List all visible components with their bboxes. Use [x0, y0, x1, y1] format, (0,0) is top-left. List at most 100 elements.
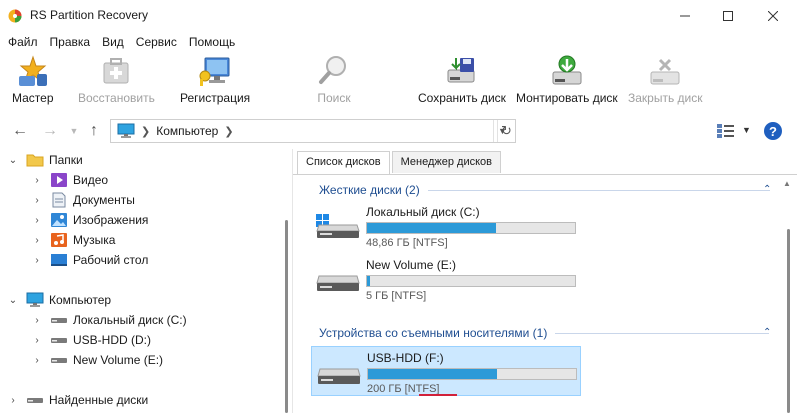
maximize-icon — [723, 11, 733, 21]
tree-label: Музыка — [73, 233, 116, 247]
wizard-button[interactable]: Мастер — [12, 54, 54, 108]
wizard-label: Мастер — [12, 91, 54, 105]
disk-item-e[interactable]: New Volume (E:) 5 ГБ [NTFS] — [311, 254, 581, 304]
view-dropdown-icon[interactable]: ▼ — [742, 125, 751, 135]
back-button[interactable]: ← — [10, 121, 30, 141]
chevron-right-icon[interactable]: › — [32, 355, 42, 366]
mount-disk-button[interactable]: Монтировать диск — [516, 54, 618, 108]
drive-icon — [316, 275, 360, 291]
computer-icon — [117, 123, 135, 138]
chevron-right-icon[interactable]: › — [8, 395, 18, 406]
tree-item-images[interactable]: › Изображения — [32, 210, 148, 230]
refresh-icon: ↻ — [501, 123, 512, 138]
breadcrumb-chevron-icon[interactable]: ❯ — [224, 125, 233, 138]
chevron-right-icon[interactable]: › — [32, 235, 42, 246]
group-removable[interactable]: Устройства со съемными носителями (1) — [319, 325, 770, 341]
drive-icon — [51, 358, 67, 363]
tree-label: Папки — [49, 153, 83, 167]
computer-icon — [26, 292, 44, 307]
minimize-button[interactable] — [662, 0, 708, 32]
save-disk-button[interactable]: Сохранить диск — [418, 54, 506, 108]
address-field[interactable]: ❯ Компьютер ❯ ▼ ↻ — [110, 119, 516, 143]
tree-item-desktop[interactable]: › Рабочий стол — [32, 250, 148, 270]
forward-dropdown[interactable]: ▼ — [64, 121, 84, 141]
up-button[interactable]: ↑ — [84, 121, 104, 141]
red-underline-annotation — [419, 394, 457, 396]
wizard-icon — [18, 55, 47, 86]
tree-item-local-c[interactable]: › Локальный диск (C:) — [32, 310, 186, 330]
menu-file[interactable]: Файл — [8, 34, 38, 50]
tree-item-documents[interactable]: › Документы — [32, 190, 135, 210]
maximize-button[interactable] — [705, 0, 751, 32]
scroll-up-icon[interactable]: ▲ — [783, 179, 791, 188]
register-button[interactable]: Регистрация — [180, 54, 250, 108]
tree-item-found-disks[interactable]: › Найденные диски — [8, 390, 148, 410]
tree-item-folders[interactable]: ⌄ Папки — [8, 150, 83, 170]
tree-item-video[interactable]: › Видео — [32, 170, 108, 190]
collapse-chevron-icon[interactable]: ⌃ — [763, 184, 771, 195]
tree-label: New Volume (E:) — [73, 353, 164, 367]
disk-usage-bar — [367, 368, 577, 380]
arrow-right-icon: → — [42, 122, 58, 139]
group-title: Жесткие диски (2) — [319, 183, 420, 197]
chevron-right-icon[interactable]: › — [32, 175, 42, 186]
menu-edit[interactable]: Правка — [50, 34, 91, 50]
tree-scrollbar[interactable] — [285, 220, 288, 413]
chevron-right-icon[interactable]: › — [32, 335, 42, 346]
chevron-down-icon[interactable]: ⌄ — [8, 295, 18, 306]
tab-disk-manager[interactable]: Менеджер дисков — [391, 151, 502, 173]
tab-divider — [293, 174, 797, 175]
first-aid-kit-icon — [103, 58, 129, 84]
group-divider — [427, 189, 770, 191]
toolbar: Мастер Восстановить Регистрация Поиск Со… — [0, 52, 797, 110]
register-label: Регистрация — [180, 91, 251, 105]
chevron-right-icon[interactable]: › — [32, 215, 42, 226]
collapse-chevron-icon[interactable]: ⌃ — [763, 327, 771, 338]
menu-bar: Файл Правка Вид Сервис Помощь — [0, 32, 797, 52]
restore-button[interactable]: Восстановить — [78, 54, 155, 108]
tree-item-music[interactable]: › Музыка — [32, 230, 115, 250]
disk-usage-fill — [368, 369, 497, 379]
tree-label: Рабочий стол — [73, 253, 149, 267]
tree-label: Компьютер — [49, 293, 112, 307]
disk-usage-fill — [367, 276, 371, 286]
menu-tools[interactable]: Сервис — [136, 34, 177, 50]
close-disk-icon — [650, 58, 680, 85]
group-hard-disks[interactable]: Жесткие диски (2) — [319, 182, 770, 198]
tree-item-computer[interactable]: ⌄ Компьютер — [8, 290, 111, 310]
close-button[interactable] — [750, 0, 796, 32]
view-mode-icon[interactable] — [716, 123, 736, 139]
group-divider — [555, 332, 770, 334]
search-button[interactable]: Поиск — [316, 54, 352, 108]
menu-help[interactable]: Помощь — [189, 34, 235, 50]
disk-item-usb-f[interactable]: USB-HDD (F:) 200 ГБ [NTFS] — [311, 346, 581, 396]
disk-item-c[interactable]: Локальный диск (C:) 48,86 ГБ [NTFS] — [311, 201, 581, 251]
menu-view[interactable]: Вид — [102, 34, 124, 50]
forward-button[interactable]: → — [40, 121, 60, 141]
tab-disk-list[interactable]: Список дисков — [297, 151, 390, 175]
drive-icon — [51, 338, 67, 343]
chevron-down-icon[interactable]: ⌄ — [8, 155, 18, 166]
app-logo-icon — [8, 9, 22, 23]
tab-strip: Список дисков Менеджер дисков — [297, 151, 503, 175]
tree-item-new-e[interactable]: › New Volume (E:) — [32, 350, 163, 370]
disk-name: Локальный диск (C:) — [366, 205, 480, 219]
chevron-right-icon[interactable]: › — [32, 195, 42, 206]
video-icon — [51, 173, 67, 187]
chevron-right-icon[interactable]: › — [32, 315, 42, 326]
save-disk-icon — [447, 58, 475, 83]
tree-item-usb-d[interactable]: › USB-HDD (D:) — [32, 330, 151, 350]
disk-size: 48,86 ГБ [NTFS] — [366, 237, 448, 249]
close-disk-button[interactable]: Закрыть диск — [628, 54, 703, 108]
drive-icon — [27, 398, 43, 403]
breadcrumb-computer[interactable]: Компьютер — [156, 124, 218, 138]
refresh-button[interactable]: ↻ — [497, 120, 515, 142]
group-title: Устройства со съемными носителями (1) — [319, 326, 548, 340]
disk-usage-bar — [366, 222, 576, 234]
magnifier-icon — [319, 56, 346, 84]
key-monitor-icon — [199, 57, 230, 86]
help-icon[interactable]: ? — [764, 122, 782, 140]
address-bar: ← → ▼ ↑ ❯ Компьютер ❯ ▼ ↻ ▼ ? — [0, 114, 797, 148]
panel-scrollbar[interactable] — [787, 229, 790, 413]
chevron-right-icon[interactable]: › — [32, 255, 42, 266]
